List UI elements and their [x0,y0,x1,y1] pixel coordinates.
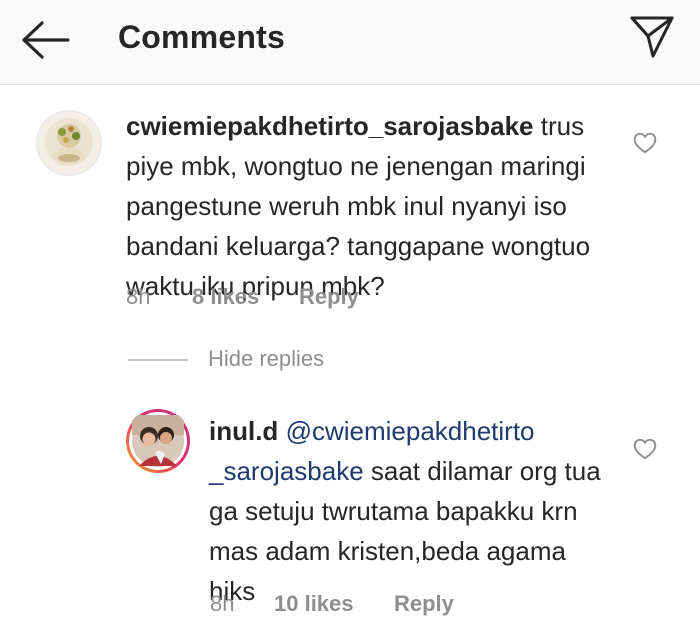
arrow-left-icon [22,21,70,59]
avatar[interactable] [36,110,102,176]
comment-timestamp: 8h [126,284,151,309]
heart-icon [633,438,657,460]
page-title: Comments [118,19,285,55]
hide-replies-button[interactable]: Hide replies [208,346,324,372]
comment-body: cwiemiepakdhetirto_sarojasbake trus piye… [126,106,626,306]
comments-header: Comments [0,0,700,85]
comment-username[interactable]: cwiemiepakdhetirto_sarojasbake [126,111,534,141]
heart-icon [633,132,657,154]
mention-link-part1[interactable]: @cwiemiepakdhetirto [286,416,535,446]
like-button[interactable] [632,436,658,462]
divider [128,359,188,361]
reply-button[interactable]: Reply [394,591,454,617]
avatar[interactable] [125,408,191,474]
share-button[interactable] [626,10,678,62]
reply-button[interactable]: Reply [299,284,359,310]
likes-count-button[interactable]: 8 likes [192,284,259,310]
back-button[interactable] [18,18,74,62]
likes-count-button[interactable]: 10 likes [274,591,354,617]
reply-timestamp: 8h [210,591,235,616]
mention-link-part2[interactable]: _sarojasbake [209,456,364,486]
paper-plane-icon [630,16,674,58]
reply-username[interactable]: inul.d [209,416,278,446]
reply-body: inul.d @cwiemiepakdhetirto _sarojasbake s… [209,411,619,611]
like-button[interactable] [632,130,658,156]
